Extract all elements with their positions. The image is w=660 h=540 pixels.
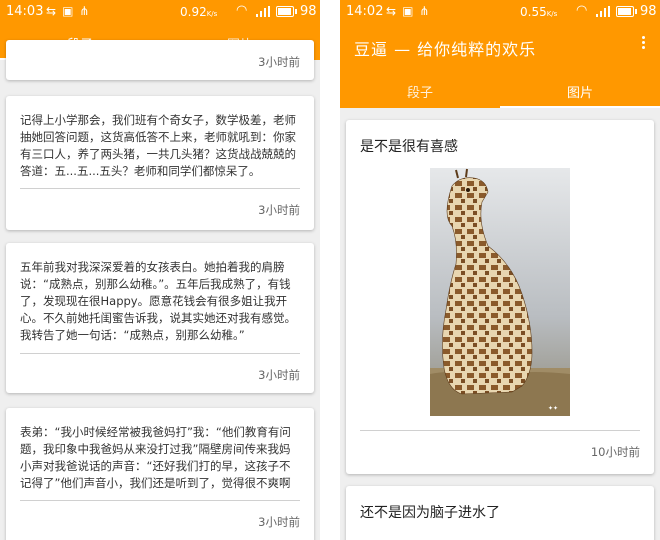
battery-level: 98	[640, 4, 657, 19]
tab-pictures[interactable]: 图片	[500, 72, 660, 108]
battery-icon	[616, 6, 637, 17]
image-icon: ▣	[62, 4, 76, 18]
joke-text: 记得上小学那会，我们班有个奇女子，数学极差，老师抽她回答问题，这货高低答不上来，…	[20, 113, 296, 178]
notification-icons: ⇆ ▣ ⋔	[386, 4, 435, 18]
right-screen: 14:02 ⇆ ▣ ⋔ 0.55K/s ◠ 98 豆逼 — 给你纯粹的欢乐 段子 图…	[340, 0, 660, 540]
usb-icon: ⇆	[386, 4, 399, 18]
battery-fill	[618, 8, 631, 15]
joke-text: 表弟：“我小时候经常被我爸妈打”我：“他们教育有问题，我印象中我爸妈从来没打过我…	[20, 425, 291, 490]
status-bar: 14:03 ⇆ ▣ ⋔ 0.92K/s ◠ 98	[0, 0, 320, 24]
svg-text:✦✦: ✦✦	[548, 405, 558, 412]
notification-icons: ⇆ ▣ ⋔	[46, 4, 95, 18]
card-divider	[360, 430, 640, 431]
battery-icon	[276, 6, 297, 17]
more-options-icon[interactable]	[638, 34, 648, 54]
joke-card[interactable]: 五年前我对我深深爱着的女孩表白。她拍着我的肩膀说：“成熟点，别那么幼稚。”。五年…	[6, 243, 314, 393]
tab-bar: 段子 图片	[340, 72, 660, 108]
joke-text: 五年前我对我深深爱着的女孩表白。她拍着我的肩膀说：“成熟点，别那么幼稚。”。五年…	[20, 260, 296, 342]
post-time: 3小时前	[258, 515, 300, 529]
picture-title: 还不是因为脑子进水了	[360, 505, 500, 521]
battery-fill	[278, 8, 291, 15]
status-bar: 14:02 ⇆ ▣ ⋔ 0.55K/s ◠ 98	[340, 0, 660, 24]
status-time: 14:02	[346, 4, 384, 19]
card-divider	[20, 188, 300, 189]
card-divider	[20, 353, 300, 354]
app-bar: 豆逼 — 给你纯粹的欢乐 段子 图片	[340, 24, 660, 108]
signal-icon	[256, 6, 270, 17]
signal-icon	[596, 6, 610, 17]
wifi-icon: ◠	[236, 3, 248, 18]
joke-card[interactable]: 记得上小学那会，我们班有个奇女子，数学极差，老师抽她回答问题，这货高低答不上来，…	[6, 96, 314, 230]
post-time: 3小时前	[258, 55, 300, 69]
wifi-icon: ◠	[576, 3, 588, 18]
post-time: 3小时前	[258, 203, 300, 217]
net-speed: 0.55K/s	[520, 5, 558, 19]
picture-card[interactable]: 是不是很有喜感 ✦✦ 10小时前	[346, 120, 654, 474]
picture-card[interactable]: 还不是因为脑子进水了	[346, 486, 654, 540]
post-time: 3小时前	[258, 368, 300, 382]
picture-title: 是不是很有喜感	[360, 139, 458, 155]
post-time: 10小时前	[590, 445, 640, 459]
left-screen: 14:03 ⇆▣⋔ 0.92K/s ◠ 98 段子 图片 3小时前 记得上小学那…	[0, 0, 320, 540]
net-speed: 0.92K/s	[180, 5, 218, 19]
joke-card[interactable]: 3小时前	[6, 40, 314, 80]
joke-card[interactable]: 表弟：“我小时候经常被我爸妈打”我：“他们教育有问题，我印象中我爸妈从来没打过我…	[6, 408, 314, 540]
status-time: 14:03	[6, 4, 44, 19]
share-icon: ⋔	[79, 4, 92, 18]
tab-jokes[interactable]: 段子	[340, 72, 500, 108]
usb-icon: ⇆	[46, 4, 59, 18]
image-icon: ▣	[402, 4, 416, 18]
share-icon: ⋔	[419, 4, 432, 18]
tab-indicator	[500, 106, 660, 108]
app-title: 豆逼 — 给你纯粹的欢乐	[354, 40, 537, 59]
giraffe-image[interactable]: ✦✦	[430, 168, 570, 416]
battery-level: 98	[300, 4, 317, 19]
card-divider	[20, 500, 300, 501]
